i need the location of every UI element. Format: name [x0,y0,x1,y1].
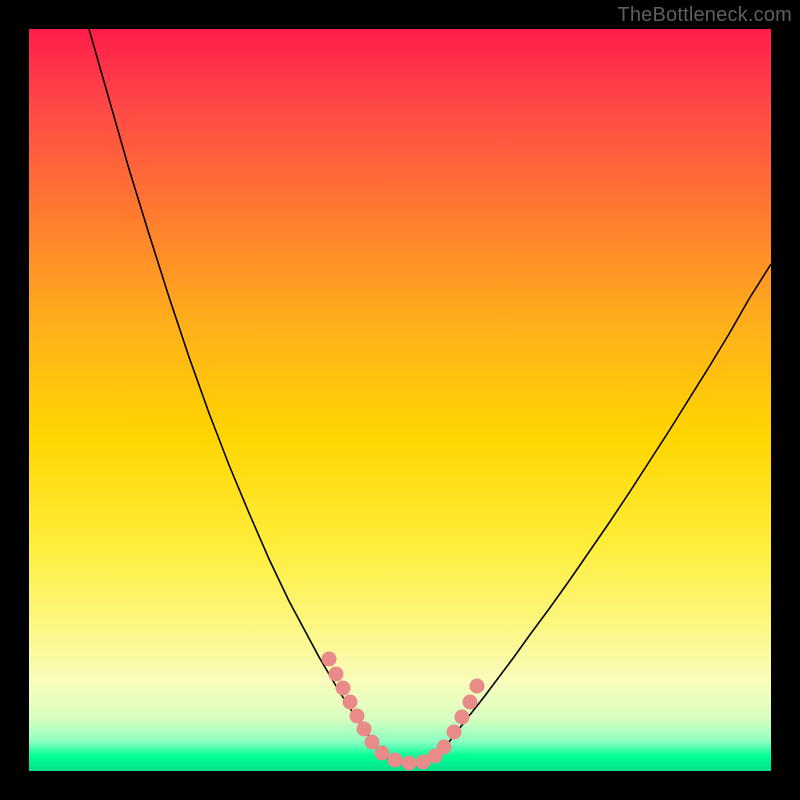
data-marker [388,753,403,768]
left-curve [89,29,389,759]
chart-svg [29,29,771,771]
data-marker [336,681,351,696]
data-marker [463,695,478,710]
data-marker [437,740,452,755]
plot-area [29,29,771,771]
data-marker [322,652,337,667]
marker-group [322,652,485,771]
data-marker [375,746,390,761]
data-marker [470,679,485,694]
right-curve [442,264,771,752]
data-marker [329,667,344,682]
data-marker [357,722,372,737]
chart-frame: TheBottleneck.com [0,0,800,800]
data-marker [350,709,365,724]
data-marker [455,710,470,725]
data-marker [343,695,358,710]
data-marker [402,756,417,771]
watermark-text: TheBottleneck.com [617,4,792,27]
data-marker [447,725,462,740]
